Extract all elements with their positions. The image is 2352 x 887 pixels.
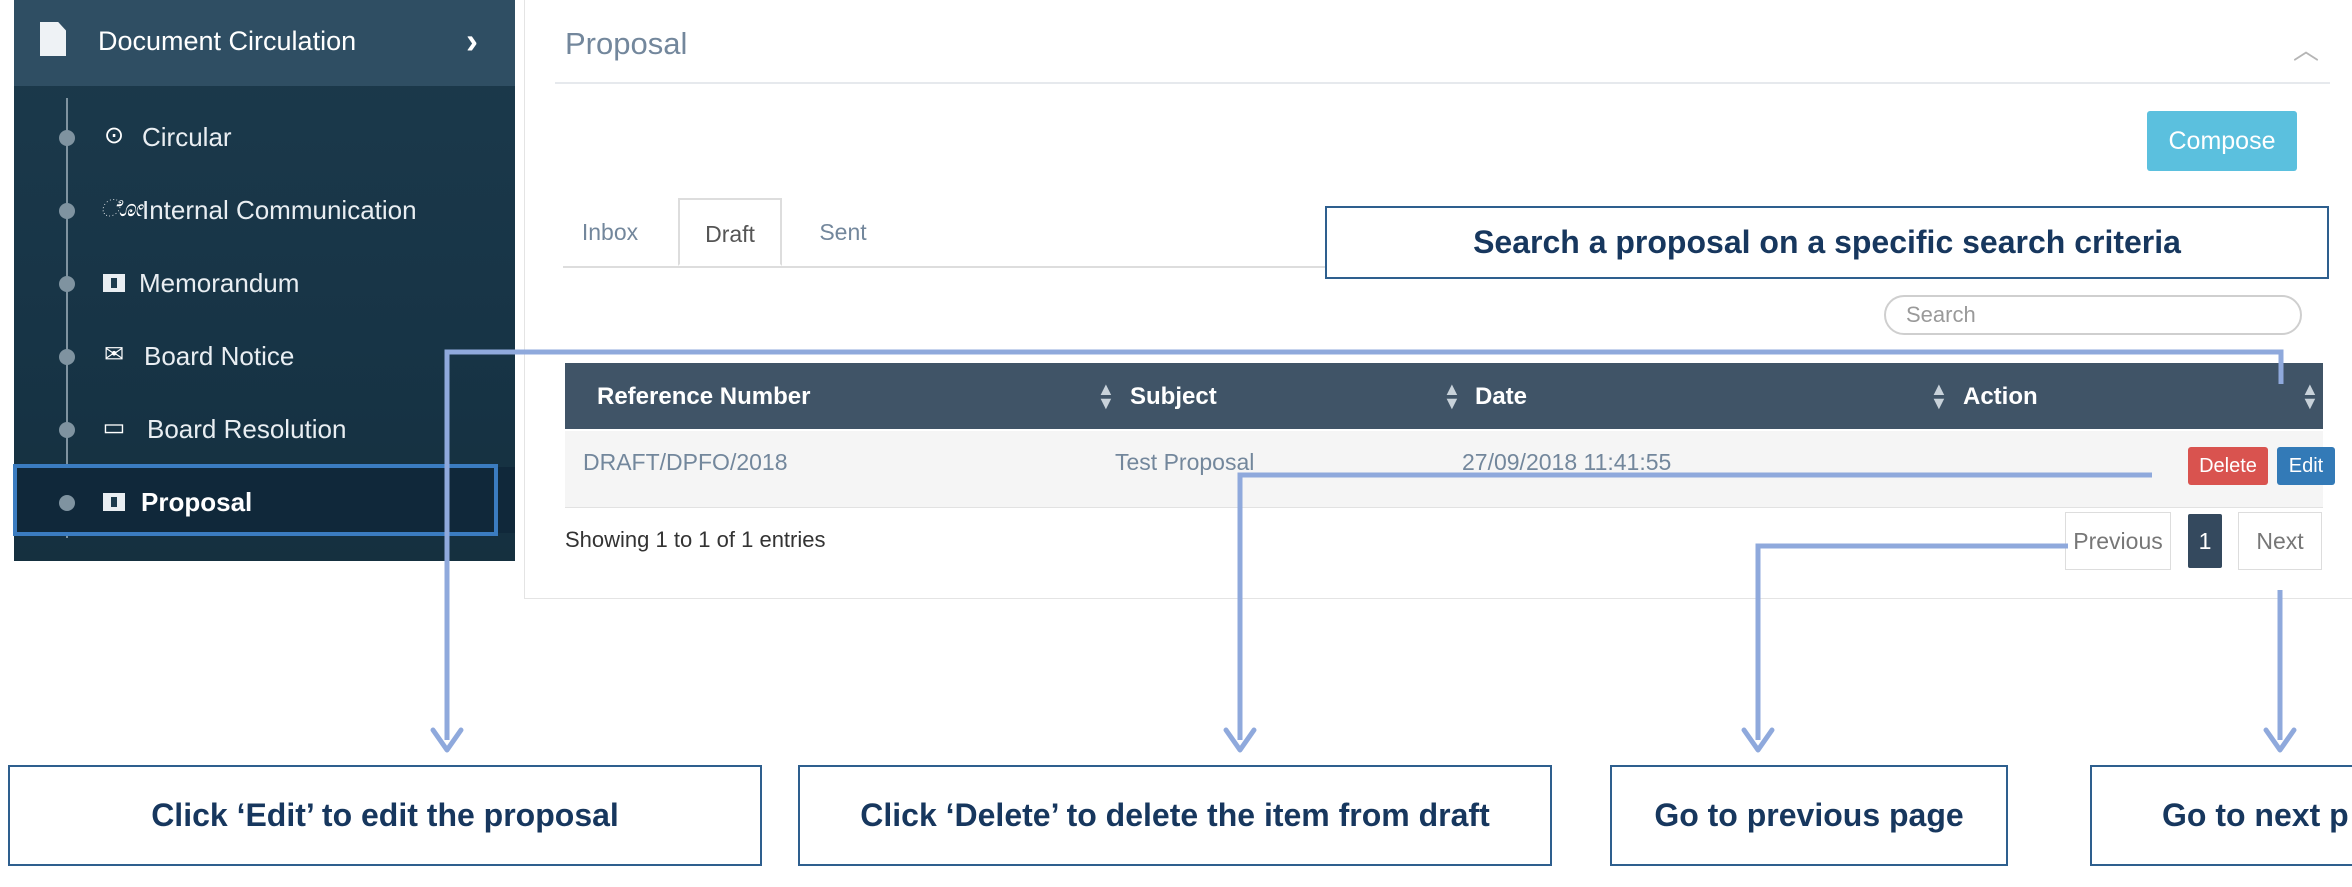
tree-node-dot xyxy=(59,203,75,219)
sort-icon[interactable]: ▲ ▼ xyxy=(2301,380,2319,412)
callout-delete: Click ‘Delete’ to delete the item from d… xyxy=(798,765,1552,866)
tree-node-dot xyxy=(59,276,75,292)
sidebar-section-title: Document Circulation xyxy=(98,26,357,56)
entries-info: Showing 1 to 1 of 1 entries xyxy=(565,527,826,552)
circle-dot-icon: ⊙ xyxy=(103,122,125,149)
cell-subject: Test Proposal xyxy=(1115,449,1255,475)
sidebar-item-label: Board Notice xyxy=(144,341,295,371)
arrow-head-icon xyxy=(2263,727,2297,753)
callout-edit: Click ‘Edit’ to edit the proposal xyxy=(8,765,762,866)
proposal-panel: Proposal ︿ Compose Inbox Draft Sent Refe… xyxy=(524,0,2352,599)
cell-date: 27/09/2018 11:41:55 xyxy=(1462,449,1672,475)
tree-node-dot xyxy=(59,349,75,365)
column-header-date[interactable]: Date xyxy=(1475,383,1527,411)
sidebar-section-document-circulation[interactable]: Document Circulation › xyxy=(14,0,515,86)
page-1-button[interactable]: 1 xyxy=(2188,514,2222,568)
ear-icon: ೋ xyxy=(100,195,143,222)
sort-icon[interactable]: ▲ ▼ xyxy=(1930,380,1948,412)
arrow-head-icon xyxy=(430,727,464,753)
sort-icon[interactable]: ▲ ▼ xyxy=(1443,380,1461,412)
sidebar-item-board-resolution[interactable]: ▭ Board Resolution xyxy=(14,394,515,460)
pause-box-icon xyxy=(100,268,128,296)
tree-node-dot xyxy=(59,130,75,146)
column-header-action[interactable]: Action xyxy=(1963,383,2038,411)
arrow-head-icon xyxy=(1741,727,1775,753)
document-icon xyxy=(40,22,66,56)
sort-icon[interactable]: ▲ ▼ xyxy=(1097,380,1115,412)
delete-button[interactable]: Delete xyxy=(2188,447,2268,485)
column-header-reference-number[interactable]: Reference Number xyxy=(597,383,810,411)
chevron-up-icon[interactable]: ︿ xyxy=(2293,30,2319,67)
page-title: Proposal xyxy=(565,26,688,61)
tree-node-dot xyxy=(59,422,75,438)
next-page-button[interactable]: Next xyxy=(2238,512,2322,570)
edit-button[interactable]: Edit xyxy=(2277,447,2335,485)
cell-reference-number: DRAFT/DPFO/2018 xyxy=(583,449,788,475)
tab-sent[interactable]: Sent xyxy=(793,198,893,266)
highlight-proposal-outline xyxy=(13,464,498,536)
callout-next: Go to next p xyxy=(2090,765,2352,866)
monitor-icon: ▭ xyxy=(102,414,126,441)
sidebar-item-circular[interactable]: ⊙ Circular xyxy=(14,102,515,168)
tab-inbox[interactable]: Inbox xyxy=(563,198,657,266)
chevron-right-icon: › xyxy=(466,20,478,61)
sidebar-item-label: Board Resolution xyxy=(147,414,347,444)
divider xyxy=(555,82,2330,84)
column-header-subject[interactable]: Subject xyxy=(1130,383,1217,411)
sidebar-item-label: Internal Communication xyxy=(142,195,417,225)
compose-button[interactable]: Compose xyxy=(2147,111,2297,171)
table-row: DRAFT/DPFO/2018 Test Proposal 27/09/2018… xyxy=(565,431,2335,508)
table-header: Reference Number ▲ ▼ Subject ▲ ▼ Date ▲ ▼ A… xyxy=(565,363,2323,429)
sidebar-item-board-notice[interactable]: ✉ Board Notice xyxy=(14,321,515,387)
previous-page-button[interactable]: Previous xyxy=(2065,512,2171,570)
sidebar-item-memorandum[interactable]: Memorandum xyxy=(14,248,515,314)
callout-previous: Go to previous page xyxy=(1610,765,2008,866)
envelope-icon: ✉ xyxy=(103,341,125,368)
sidebar-item-internal-communication[interactable]: ೋ Internal Communication xyxy=(14,175,515,241)
sidebar-item-label: Circular xyxy=(142,122,232,152)
sidebar-item-label: Memorandum xyxy=(139,268,300,298)
tab-draft[interactable]: Draft xyxy=(678,198,782,266)
callout-search: Search a proposal on a specific search c… xyxy=(1325,206,2329,279)
arrow-head-icon xyxy=(1223,727,1257,753)
search-input[interactable] xyxy=(1884,295,2302,335)
